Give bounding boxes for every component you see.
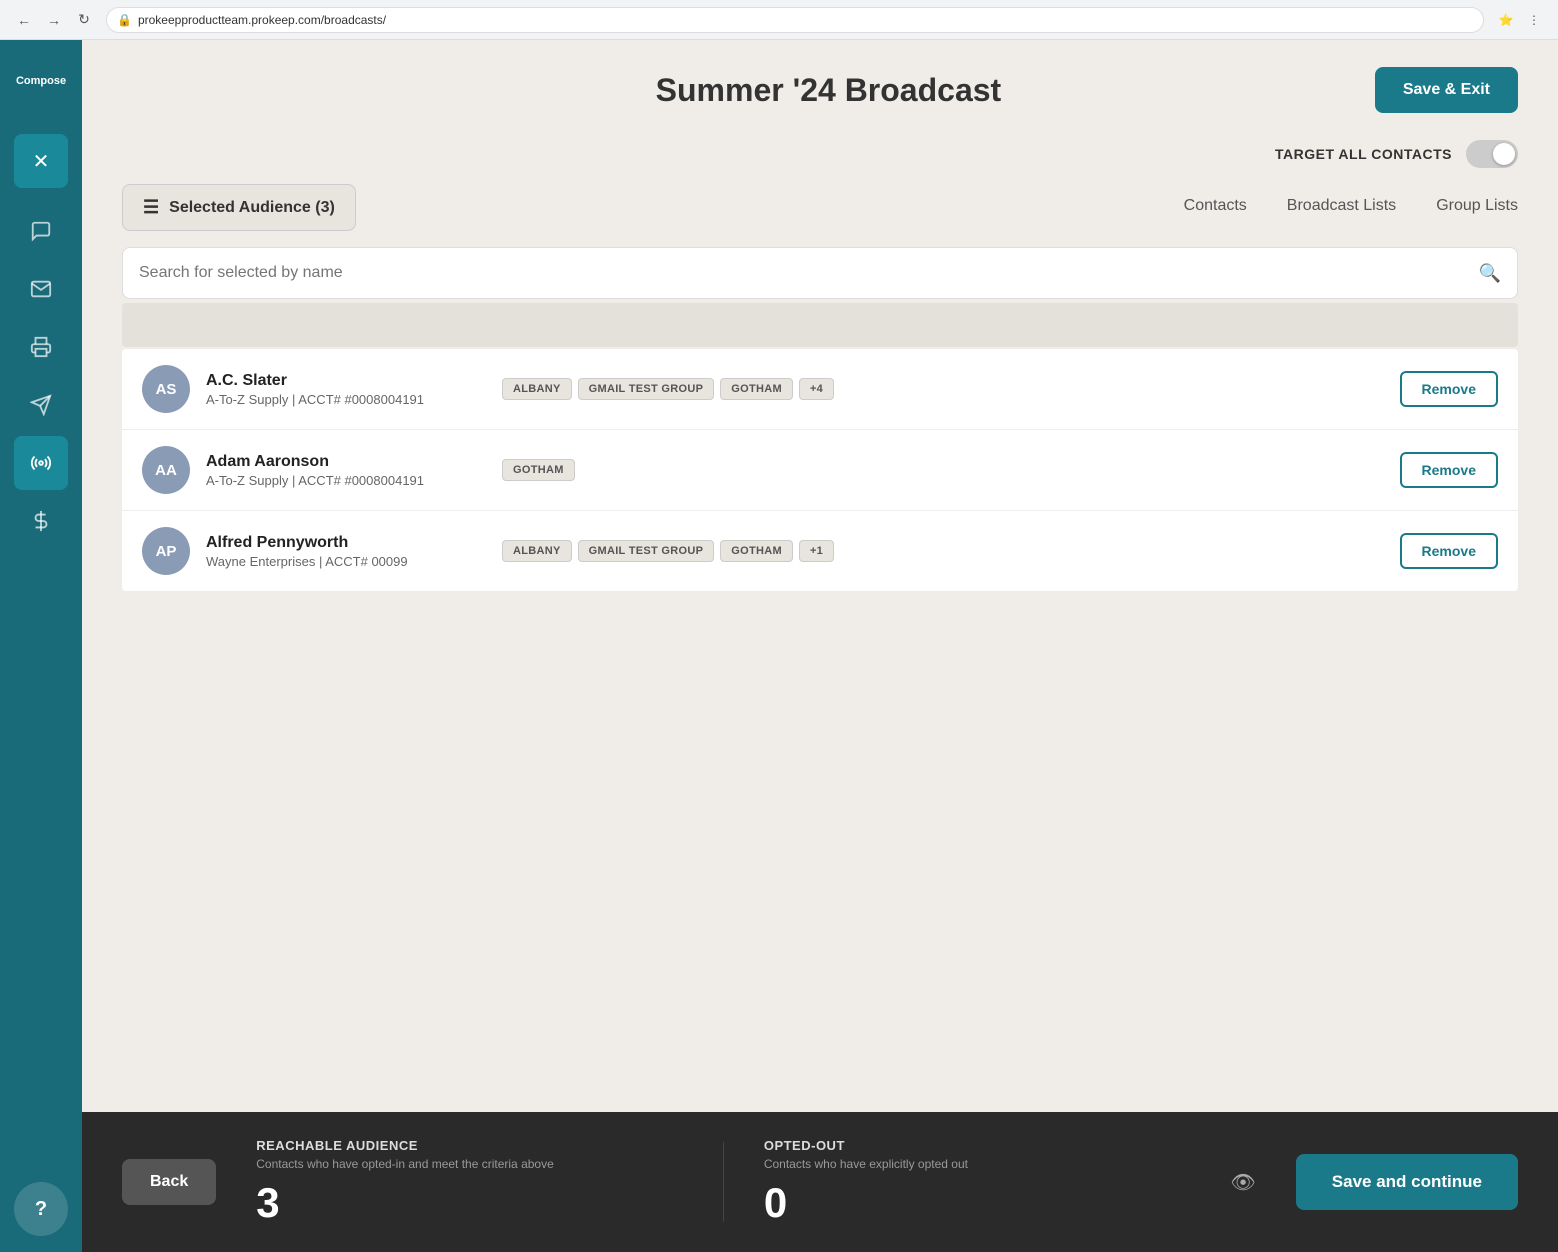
sidebar: Compose ✕ ? xyxy=(0,40,82,1252)
selected-audience-button[interactable]: ☰ Selected Audience (3) xyxy=(122,184,356,231)
tag: +1 xyxy=(799,540,834,562)
browser-action-1[interactable]: ⭐ xyxy=(1494,8,1518,32)
contact-company: A-To-Z Supply | ACCT# #0008004191 xyxy=(206,473,486,488)
sidebar-item-email[interactable] xyxy=(14,262,68,316)
target-all-label: TARGET ALL CONTACTS xyxy=(1275,146,1452,162)
back-nav-btn[interactable]: ← xyxy=(12,8,36,32)
tag: GMAIL TEST GROUP xyxy=(578,378,715,400)
contact-company: Wayne Enterprises | ACCT# 00099 xyxy=(206,554,486,569)
tag: ALBANY xyxy=(502,378,572,400)
tag: +4 xyxy=(799,378,834,400)
selected-audience-label: Selected Audience (3) xyxy=(169,199,335,217)
opted-out-stat: OPTED-OUT Contacts who have explicitly o… xyxy=(764,1138,1191,1227)
contact-row: AA Adam Aaronson A-To-Z Supply | ACCT# #… xyxy=(122,430,1518,511)
opted-out-title: OPTED-OUT xyxy=(764,1138,1191,1153)
refresh-btn[interactable]: ↻ xyxy=(72,8,96,32)
reachable-audience-stat: REACHABLE AUDIENCE Contacts who have opt… xyxy=(256,1138,683,1227)
sidebar-help-btn[interactable]: ? xyxy=(14,1182,68,1236)
top-header: Summer '24 Broadcast Save & Exit xyxy=(82,40,1558,140)
remove-button[interactable]: Remove xyxy=(1400,533,1498,569)
audience-bar: ☰ Selected Audience (3) Contacts Broadca… xyxy=(122,184,1518,231)
sidebar-item-close[interactable]: ✕ xyxy=(14,134,68,188)
url-bar[interactable]: 🔒 prokeepproductteam.prokeep.com/broadca… xyxy=(106,7,1484,33)
toggle-knob xyxy=(1493,143,1515,165)
target-all-row: TARGET ALL CONTACTS xyxy=(122,140,1518,168)
remove-button[interactable]: Remove xyxy=(1400,452,1498,488)
opted-out-desc: Contacts who have explicitly opted out xyxy=(764,1157,1191,1171)
contact-list: AS A.C. Slater A-To-Z Supply | ACCT# #00… xyxy=(122,349,1518,591)
remove-button[interactable]: Remove xyxy=(1400,371,1498,407)
contact-tags: GOTHAM xyxy=(502,459,1384,481)
tag: GOTHAM xyxy=(502,459,575,481)
save-continue-button[interactable]: Save and continue xyxy=(1296,1154,1518,1210)
sidebar-item-broadcast[interactable] xyxy=(14,436,68,490)
forward-nav-btn[interactable]: → xyxy=(42,8,66,32)
reachable-title: REACHABLE AUDIENCE xyxy=(256,1138,683,1153)
contact-info: A.C. Slater A-To-Z Supply | ACCT# #00080… xyxy=(206,372,486,407)
contact-company: A-To-Z Supply | ACCT# #0008004191 xyxy=(206,392,486,407)
avatar: AS xyxy=(142,365,190,413)
save-exit-button[interactable]: Save & Exit xyxy=(1375,67,1518,113)
table-header xyxy=(122,303,1518,347)
browser-bar: ← → ↻ 🔒 prokeepproductteam.prokeep.com/b… xyxy=(0,0,1558,40)
avatar: AA xyxy=(142,446,190,494)
tag: GOTHAM xyxy=(720,378,793,400)
contact-info: Adam Aaronson A-To-Z Supply | ACCT# #000… xyxy=(206,453,486,488)
url-text: prokeepproductteam.prokeep.com/broadcast… xyxy=(138,13,386,27)
footer: Back REACHABLE AUDIENCE Contacts who hav… xyxy=(82,1112,1558,1252)
tag: ALBANY xyxy=(502,540,572,562)
opted-out-value: 0 xyxy=(764,1179,1191,1227)
reachable-desc: Contacts who have opted-in and meet the … xyxy=(256,1157,683,1171)
tab-group-lists[interactable]: Group Lists xyxy=(1436,197,1518,219)
search-bar: 🔍 xyxy=(122,247,1518,299)
sidebar-item-chat[interactable] xyxy=(14,204,68,258)
contact-info: Alfred Pennyworth Wayne Enterprises | AC… xyxy=(206,534,486,569)
contact-tags: ALBANY GMAIL TEST GROUP GOTHAM +1 xyxy=(502,540,1384,562)
page-title: Summer '24 Broadcast xyxy=(282,72,1375,109)
contact-row: AS A.C. Slater A-To-Z Supply | ACCT# #00… xyxy=(122,349,1518,430)
tab-contacts[interactable]: Contacts xyxy=(1184,197,1247,219)
back-button[interactable]: Back xyxy=(122,1159,216,1205)
audience-tabs: Contacts Broadcast Lists Group Lists xyxy=(1184,197,1518,219)
sidebar-item-billing[interactable] xyxy=(14,494,68,548)
contact-name: Alfred Pennyworth xyxy=(206,534,486,552)
filter-icon: ☰ xyxy=(143,197,159,218)
sidebar-item-send[interactable] xyxy=(14,378,68,432)
sidebar-item-print[interactable] xyxy=(14,320,68,374)
contact-row: AP Alfred Pennyworth Wayne Enterprises |… xyxy=(122,511,1518,591)
search-input[interactable] xyxy=(139,264,1479,282)
sidebar-logo: Compose xyxy=(0,40,82,122)
contact-tags: ALBANY GMAIL TEST GROUP GOTHAM +4 xyxy=(502,378,1384,400)
contact-name: Adam Aaronson xyxy=(206,453,486,471)
reachable-value: 3 xyxy=(256,1179,683,1227)
tag: GOTHAM xyxy=(720,540,793,562)
contact-name: A.C. Slater xyxy=(206,372,486,390)
browser-action-2[interactable]: ⋮ xyxy=(1522,8,1546,32)
lock-icon: 🔒 xyxy=(117,13,132,27)
target-all-toggle[interactable] xyxy=(1466,140,1518,168)
help-label: ? xyxy=(35,1198,47,1221)
search-icon: 🔍 xyxy=(1479,263,1501,284)
footer-divider xyxy=(723,1142,724,1222)
tag: GMAIL TEST GROUP xyxy=(578,540,715,562)
tab-broadcast-lists[interactable]: Broadcast Lists xyxy=(1287,197,1396,219)
eye-icon[interactable]: 👁 xyxy=(1230,1170,1255,1195)
avatar: AP xyxy=(142,527,190,575)
